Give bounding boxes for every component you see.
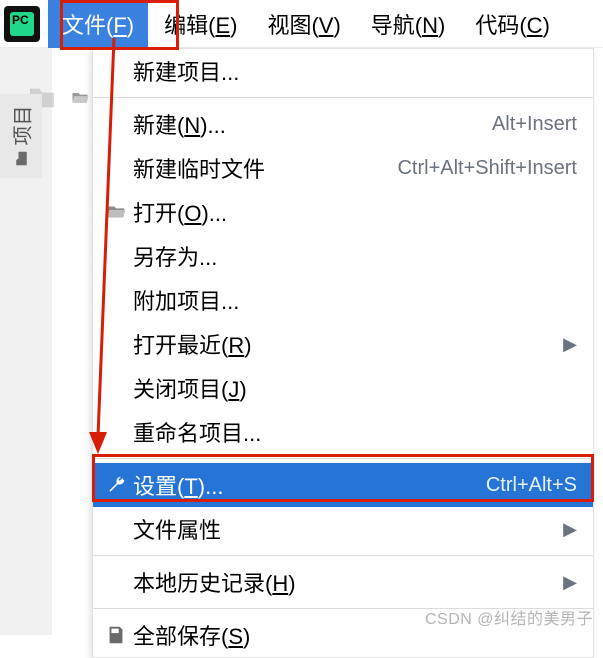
- app-logo-text: PC: [10, 12, 34, 36]
- menu-item-label: 文件属性: [133, 513, 551, 545]
- menu-item-label: 另存为...: [133, 240, 577, 272]
- menu-item-file-properties[interactable]: 文件属性 ▶: [93, 507, 593, 551]
- chevron-right-icon: ▶: [563, 572, 577, 593]
- menu-item-open[interactable]: 打开(O)...: [93, 190, 593, 234]
- folder-open-icon: [99, 201, 133, 223]
- menubar: PC 文件(F) 编辑(E) 视图(V) 导航(N) 代码(C): [0, 0, 603, 48]
- menu-item-label: 打开(: [133, 201, 184, 226]
- menu-edit[interactable]: 编辑(E): [150, 0, 251, 48]
- menu-item-label: 新建(: [133, 113, 184, 138]
- menu-item-label: 全部保存(: [133, 624, 228, 649]
- menu-item-label: 打开最近(: [133, 333, 228, 358]
- save-icon: [99, 624, 133, 646]
- menu-item-attach-project[interactable]: 附加项目...: [93, 278, 593, 322]
- menu-item-label: 本地历史记录(: [133, 571, 272, 596]
- app-logo: PC: [4, 6, 40, 42]
- project-tab-label: 项目: [7, 105, 36, 145]
- watermark: CSDN @纠结的美男子: [425, 605, 593, 629]
- menu-item-label: 设置(: [133, 474, 184, 499]
- menu-item-label: 附加项目...: [133, 284, 577, 316]
- project-tool-window-button[interactable]: 项目: [0, 94, 42, 178]
- folder-open-icon: [68, 88, 92, 108]
- wrench-icon: [99, 474, 133, 496]
- menu-item-shortcut: Alt+Insert: [492, 113, 577, 136]
- menu-item-label: 新建临时文件: [133, 152, 385, 184]
- chevron-right-icon: ▶: [563, 334, 577, 355]
- menu-item-shortcut: Ctrl+Alt+Shift+Insert: [397, 157, 577, 180]
- menu-separator: [93, 97, 593, 98]
- menu-code[interactable]: 代码(C): [461, 0, 564, 48]
- menu-item-close-project[interactable]: 关闭项目(J): [93, 366, 593, 410]
- chevron-right-icon: ▶: [563, 519, 577, 540]
- menu-file[interactable]: 文件(F): [48, 0, 148, 48]
- folder-icon: [12, 149, 30, 167]
- menu-item-label: 新建项目...: [133, 55, 577, 87]
- menu-item-label: 关闭项目(: [133, 377, 228, 402]
- menu-item-shortcut: Ctrl+Alt+S: [486, 474, 577, 497]
- menu-item-rename-project[interactable]: 重命名项目...: [93, 410, 593, 454]
- menu-item-open-recent[interactable]: 打开最近(R) ▶: [93, 322, 593, 366]
- menu-separator: [93, 458, 593, 459]
- menu-item-save-as[interactable]: 另存为...: [93, 234, 593, 278]
- sidebar: 项目: [0, 48, 52, 635]
- menu-item-new[interactable]: 新建(N)... Alt+Insert: [93, 102, 593, 146]
- menu-item-new-scratch[interactable]: 新建临时文件 Ctrl+Alt+Shift+Insert: [93, 146, 593, 190]
- menu-item-settings[interactable]: 设置(T)... Ctrl+Alt+S: [93, 463, 593, 507]
- menu-separator: [93, 555, 593, 556]
- file-dropdown: 新建项目... 新建(N)... Alt+Insert 新建临时文件 Ctrl+…: [92, 48, 594, 658]
- menu-navigate[interactable]: 导航(N): [357, 0, 460, 48]
- menu-view[interactable]: 视图(V): [253, 0, 354, 48]
- menu-item-label: 重命名项目...: [133, 416, 577, 448]
- menu-item-new-project[interactable]: 新建项目...: [93, 49, 593, 93]
- menu-item-local-history[interactable]: 本地历史记录(H) ▶: [93, 560, 593, 604]
